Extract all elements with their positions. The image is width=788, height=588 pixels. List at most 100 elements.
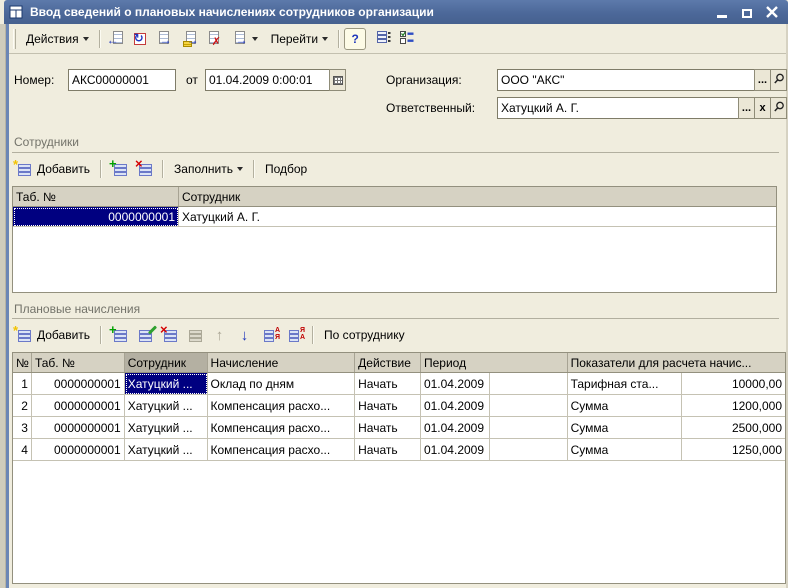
- responsible-clear-button[interactable]: x: [754, 97, 771, 119]
- organization-ellipsis-button[interactable]: ...: [754, 69, 771, 91]
- accruals-move-up-button[interactable]: ↑: [208, 324, 231, 346]
- cell-period-start[interactable]: 01.04.2009: [421, 417, 490, 439]
- accruals-add-button[interactable]: * Добавить: [12, 323, 94, 347]
- employees-pick-button[interactable]: Подбор: [261, 157, 311, 181]
- post-button[interactable]: →: [178, 28, 201, 50]
- write-icon: →: [155, 31, 170, 47]
- cell-indicator[interactable]: Тарифная ста...: [568, 373, 683, 395]
- write-button[interactable]: →: [151, 28, 174, 50]
- organization-lookup-button[interactable]: [770, 69, 787, 91]
- cell-action[interactable]: Начать: [355, 373, 421, 395]
- accruals-table-row[interactable]: 4 0000000001 Хатуцкий ... Компенсация ра…: [13, 439, 785, 461]
- help-button[interactable]: ?: [344, 28, 366, 50]
- accruals-sort-asc-button[interactable]: АЯ: [258, 324, 281, 346]
- accruals-table-row[interactable]: 2 0000000001 Хатуцкий ... Компенсация ра…: [13, 395, 785, 417]
- accruals-move-down-button[interactable]: ↓: [233, 324, 256, 346]
- accruals-sort-desc-button[interactable]: ЯА: [283, 324, 306, 346]
- cell-tab[interactable]: 0000000001: [32, 395, 125, 417]
- cell-indicator[interactable]: Сумма: [568, 417, 683, 439]
- cell-action[interactable]: Начать: [355, 417, 421, 439]
- cell-action[interactable]: Начать: [355, 395, 421, 417]
- employees-cell-tab[interactable]: 0000000001: [13, 207, 179, 227]
- accruals-col-tab-header[interactable]: Таб. №: [32, 353, 125, 372]
- responsible-ellipsis-button[interactable]: ...: [738, 97, 755, 119]
- clear-x-icon: x: [759, 102, 765, 114]
- calendar-button[interactable]: [329, 69, 346, 91]
- accruals-col-indicators-header[interactable]: Показатели для расчета начис...: [568, 353, 785, 372]
- actions-button[interactable]: Действия: [20, 28, 95, 50]
- cell-tab[interactable]: 0000000001: [32, 373, 125, 395]
- copy-row-icon: +: [112, 161, 127, 177]
- employees-copy-add-button[interactable]: +: [108, 158, 131, 180]
- cell-tab[interactable]: 0000000001: [32, 417, 125, 439]
- accruals-end-edit-button[interactable]: [183, 324, 206, 346]
- cell-indicator[interactable]: Сумма: [568, 395, 683, 417]
- accruals-by-employee-button[interactable]: По сотруднику: [320, 323, 409, 347]
- accruals-col-num-header[interactable]: №: [13, 353, 32, 372]
- add-row-icon: *: [16, 161, 33, 177]
- cell-period-end[interactable]: [490, 417, 568, 439]
- structure-button[interactable]: [372, 28, 395, 50]
- cell-accrual[interactable]: Компенсация расхо...: [208, 395, 356, 417]
- cell-value[interactable]: 10000,00: [682, 373, 785, 395]
- maximize-button[interactable]: [741, 6, 753, 18]
- goto-button[interactable]: Перейти: [265, 28, 335, 50]
- reread-button[interactable]: ←: [105, 28, 128, 50]
- accruals-col-period-header[interactable]: Период: [421, 353, 568, 372]
- minimize-button[interactable]: [716, 6, 728, 18]
- related-settings-button[interactable]: [395, 28, 418, 50]
- date-input[interactable]: [205, 69, 330, 91]
- number-input[interactable]: [68, 69, 176, 91]
- accruals-edit-button[interactable]: [133, 324, 156, 346]
- cell-accrual[interactable]: Компенсация расхо...: [208, 439, 356, 461]
- window-left-border-line: [6, 24, 9, 588]
- accruals-toolbar: * Добавить + ×: [12, 322, 409, 348]
- accruals-copy-add-button[interactable]: +: [108, 324, 131, 346]
- accruals-delete-button[interactable]: ×: [158, 324, 181, 346]
- accruals-col-action-header[interactable]: Действие: [355, 353, 421, 372]
- cell-period-start[interactable]: 01.04.2009: [421, 395, 490, 417]
- employees-col-emp-header[interactable]: Сотрудник: [179, 187, 776, 206]
- cell-num[interactable]: 2: [13, 395, 32, 417]
- accruals-table-row[interactable]: 1 0000000001 Хатуцкий ... Оклад по дням …: [13, 373, 785, 395]
- cell-num[interactable]: 1: [13, 373, 32, 395]
- refresh-button[interactable]: ↻: [128, 28, 151, 50]
- cell-indicator[interactable]: Сумма: [568, 439, 683, 461]
- close-button[interactable]: [766, 6, 778, 18]
- cell-emp[interactable]: Хатуцкий ...: [125, 439, 208, 461]
- cell-num[interactable]: 4: [13, 439, 32, 461]
- cell-period-start[interactable]: 01.04.2009: [421, 373, 490, 395]
- cell-value[interactable]: 2500,000: [682, 417, 785, 439]
- accruals-table-row[interactable]: 3 0000000001 Хатуцкий ... Компенсация ра…: [13, 417, 785, 439]
- cell-value[interactable]: 1250,000: [682, 439, 785, 461]
- cell-period-end[interactable]: [490, 395, 568, 417]
- cell-tab[interactable]: 0000000001: [32, 439, 125, 461]
- unpost-document-icon: ✗: [205, 31, 220, 47]
- employees-delete-button[interactable]: ×: [133, 158, 156, 180]
- employees-col-tab-header[interactable]: Таб. №: [13, 187, 179, 206]
- cell-emp[interactable]: Хатуцкий ...: [125, 395, 208, 417]
- employees-fill-button[interactable]: Заполнить: [170, 157, 247, 181]
- responsible-input[interactable]: [497, 97, 739, 119]
- employees-cell-emp[interactable]: Хатуцкий А. Г.: [179, 207, 776, 227]
- cell-emp[interactable]: Хатуцкий ...: [125, 373, 208, 395]
- cell-action[interactable]: Начать: [355, 439, 421, 461]
- cell-accrual[interactable]: Оклад по дням: [208, 373, 356, 395]
- cell-period-end[interactable]: [490, 373, 568, 395]
- cell-num[interactable]: 3: [13, 417, 32, 439]
- cell-period-end[interactable]: [490, 439, 568, 461]
- employees-table-row[interactable]: 0000000001 Хатуцкий А. Г.: [13, 207, 776, 227]
- organization-input[interactable]: [497, 69, 755, 91]
- cell-value[interactable]: 1200,000: [682, 395, 785, 417]
- cell-emp[interactable]: Хатуцкий ...: [125, 417, 208, 439]
- create-based-on-button[interactable]: →: [228, 28, 261, 50]
- structure-icon: [376, 29, 392, 48]
- unpost-button[interactable]: ✗: [201, 28, 224, 50]
- cell-period-start[interactable]: 01.04.2009: [421, 439, 490, 461]
- copy-row-icon: +: [112, 327, 127, 343]
- employees-add-button[interactable]: * Добавить: [12, 157, 94, 181]
- cell-accrual[interactable]: Компенсация расхо...: [208, 417, 356, 439]
- accruals-col-accrual-header[interactable]: Начисление: [208, 353, 356, 372]
- responsible-lookup-button[interactable]: [770, 97, 787, 119]
- accruals-col-emp-header[interactable]: Сотрудник: [125, 353, 208, 372]
